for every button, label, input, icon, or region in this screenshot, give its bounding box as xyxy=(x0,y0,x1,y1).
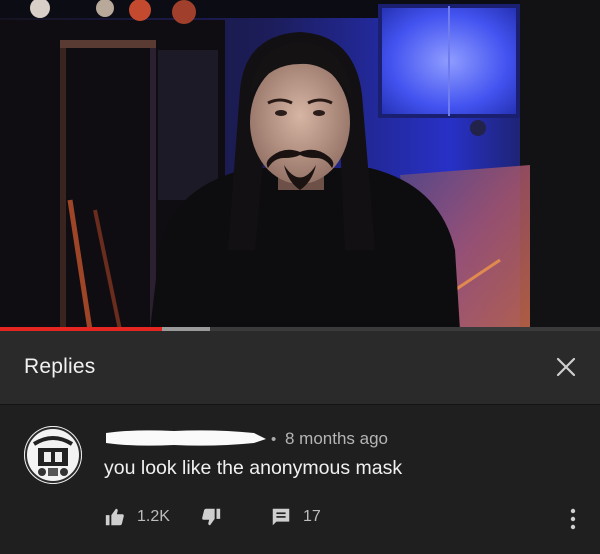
video-player[interactable] xyxy=(0,0,600,330)
close-icon xyxy=(556,357,576,377)
like-button[interactable]: 1.2K xyxy=(104,505,170,529)
author-name-redacted xyxy=(106,430,266,446)
more-options-button[interactable] xyxy=(568,507,578,531)
dislike-button[interactable] xyxy=(200,505,222,529)
video-frame-image xyxy=(0,0,600,330)
meta-separator: • xyxy=(271,431,277,448)
replies-count: 17 xyxy=(303,508,321,525)
comment-text: you look like the anonymous mask xyxy=(104,457,403,479)
thumbs-down-icon xyxy=(202,508,221,526)
comment-icon xyxy=(272,508,290,526)
more-vertical-icon xyxy=(570,508,576,530)
comment-timestamp: 8 months ago xyxy=(285,429,389,448)
replies-title: Replies xyxy=(24,355,96,378)
comment-actions: 1.2K 17 xyxy=(104,505,584,529)
avatar-image xyxy=(24,426,82,484)
reply-button[interactable]: 17 xyxy=(270,505,321,529)
app-window: Replies • 8 months ago you look like the… xyxy=(0,0,600,554)
thumbs-up-icon xyxy=(105,508,124,526)
replies-header: Replies xyxy=(0,331,600,405)
avatar[interactable] xyxy=(24,426,82,484)
close-replies-button[interactable] xyxy=(554,355,578,379)
comment-item: • 8 months ago you look like the anonymo… xyxy=(0,405,600,554)
like-count: 1.2K xyxy=(137,508,170,525)
